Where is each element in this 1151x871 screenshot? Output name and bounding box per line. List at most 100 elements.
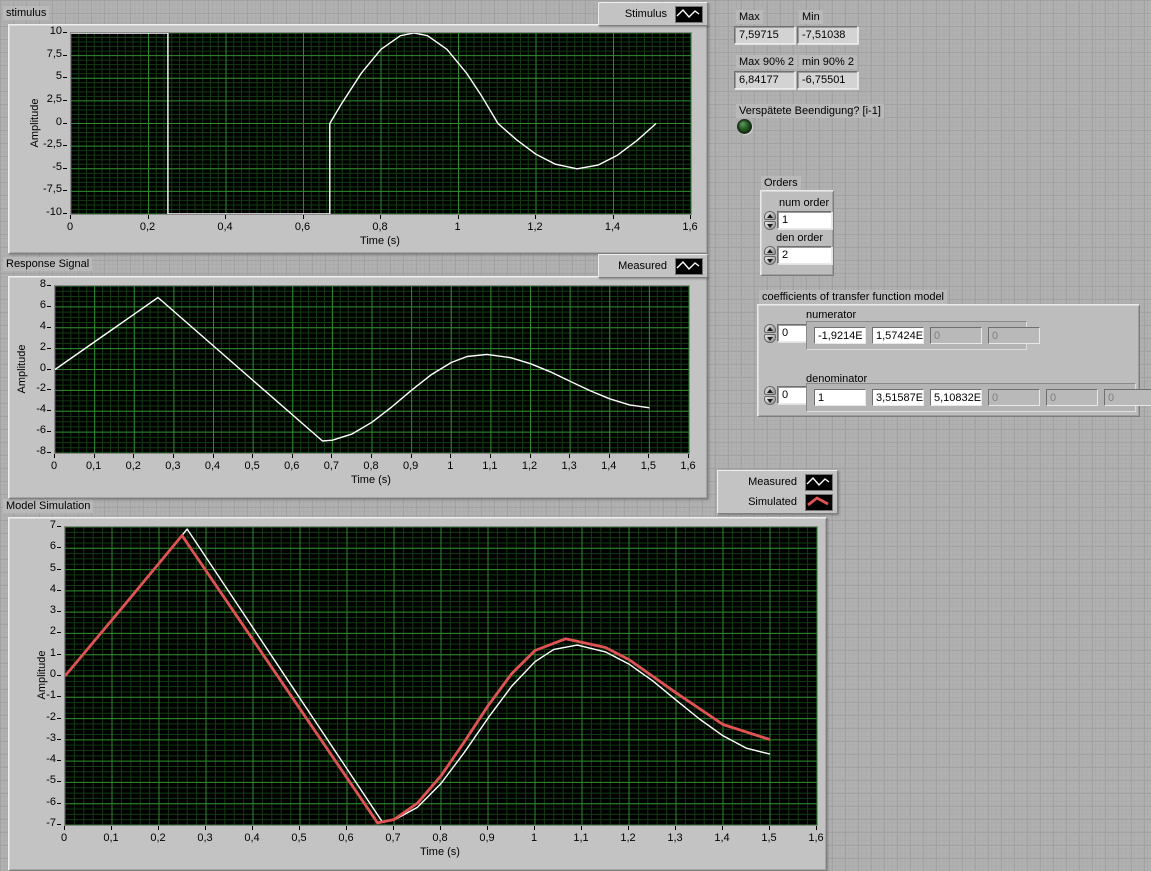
x-tick (648, 454, 650, 458)
y-axis-title: Amplitude (29, 98, 41, 147)
x-tick (172, 454, 174, 458)
min-label: Min (799, 10, 823, 24)
y-tick-label: -4 (46, 753, 56, 766)
x-tick (534, 826, 535, 830)
decrement-button[interactable] (764, 396, 776, 405)
y-tick (47, 410, 51, 412)
waveform-graph-response-signal[interactable]: 0 0,1 0,2 0,3 0,4 0,5 0,6 0,7 0,8 0,9 1 1,1 1,2 1,3 1,… (8, 276, 708, 499)
x-tick-label: 0 (50, 460, 58, 472)
up-arrow-icon (767, 248, 773, 253)
den-order-increment-decrement[interactable] (764, 246, 776, 265)
den-order-input[interactable]: 2 (777, 246, 832, 264)
y-tick-label: 4 (39, 319, 46, 332)
y-tick-label: -7 (46, 817, 56, 829)
x-tick-label: 0,7 (323, 460, 340, 472)
x-tick (331, 454, 333, 458)
x-tick (133, 454, 135, 458)
up-arrow-icon (767, 326, 773, 331)
x-tick-label: 1,5 (640, 460, 657, 472)
x-tick-label: 0,8 (372, 221, 388, 233)
decrement-button[interactable] (764, 256, 776, 265)
x-tick (291, 454, 293, 458)
x-tick (450, 454, 452, 458)
increment-button[interactable] (764, 211, 776, 220)
y-tick (63, 54, 67, 56)
plot-area[interactable] (54, 285, 690, 454)
max90-indicator: 6,84177 (734, 71, 795, 89)
waveform-icon (675, 5, 703, 23)
y-tick-label: -6 (36, 424, 46, 437)
y-tick-label: 2 (49, 625, 56, 638)
y-axis-title: Amplitude (16, 344, 28, 393)
y-tick (47, 326, 51, 328)
increment-button[interactable] (764, 386, 776, 395)
x-tick (675, 826, 676, 830)
x-tick-label: 1 (447, 460, 454, 472)
orders-label: Orders (761, 176, 801, 190)
increment-button[interactable] (764, 324, 776, 333)
denominator-element-3: 0 (988, 389, 1040, 406)
x-tick-label: 0,2 (150, 832, 166, 844)
legend-item-stimulus[interactable]: Stimulus (603, 4, 703, 24)
y-tick (57, 589, 61, 591)
legend-item-measured[interactable]: Measured (603, 256, 703, 276)
x-tick-label: 0,8 (432, 832, 448, 844)
x-tick-label: 0,2 (125, 460, 141, 472)
y-tick (63, 213, 67, 214)
y-tick (57, 802, 61, 804)
x-tick-label: 1,6 (680, 460, 696, 472)
num-order-input[interactable]: 1 (777, 211, 832, 229)
x-tick-label: 1,2 (521, 460, 538, 472)
max-indicator: 7,59715 (734, 26, 795, 44)
x-tick (690, 215, 691, 219)
decrement-button[interactable] (764, 221, 776, 230)
graph-title-response-signal: Response Signal (3, 257, 93, 271)
x-tick (346, 826, 347, 830)
numerator-index-increment-decrement[interactable] (764, 324, 776, 343)
plot-area[interactable] (70, 32, 692, 215)
y-tick (57, 717, 61, 719)
y-tick-label: -8 (36, 445, 46, 457)
x-tick-label: 0,2 (139, 221, 156, 233)
x-tick-label: 0,5 (291, 832, 307, 844)
num-order-increment-decrement[interactable] (764, 211, 776, 230)
x-tick (535, 215, 536, 219)
numerator-element-1: 1,57424E (872, 327, 924, 344)
legend-response-signal: Measured (598, 254, 708, 278)
decrement-button[interactable] (764, 334, 776, 343)
x-tick-label: 1,5 (761, 832, 777, 844)
x-tick-label: 0,7 (385, 832, 401, 844)
x-tick (299, 826, 300, 830)
x-tick (111, 826, 112, 830)
y-tick (57, 632, 61, 634)
y-tick-label: 4 (49, 582, 56, 595)
x-tick (769, 826, 770, 830)
x-tick-label: 0,1 (103, 832, 119, 844)
x-tick-label: 0,4 (204, 460, 221, 472)
y-tick-label: 3 (49, 604, 56, 617)
x-axis-title: Time (s) (420, 846, 460, 858)
x-tick-label: 1,4 (604, 221, 621, 233)
denominator-index-input[interactable]: 0 (777, 386, 809, 404)
y-tick-label: -7,5 (43, 183, 62, 196)
y-tick (63, 167, 67, 169)
legend-label: Measured (748, 476, 797, 488)
y-tick (57, 611, 61, 613)
x-tick-label: 0 (66, 221, 74, 233)
y-tick-label: 6 (49, 540, 56, 553)
x-tick-label: 1,1 (573, 832, 589, 844)
max90-label: Max 90% 2 (736, 55, 798, 69)
numerator-label: numerator (806, 309, 857, 321)
waveform-graph-stimulus[interactable]: 0 0,2 0,4 0,6 0,8 1 1,2 1,4 1,6 10 7,5 5 2,5 0 -2,5 -5-… (8, 24, 708, 254)
plot-area[interactable] (64, 526, 818, 826)
waveform-icon (805, 493, 833, 511)
y-tick-label: 7,5 (46, 47, 62, 60)
legend-item-measured[interactable]: Measured (722, 472, 833, 492)
numerator-index-input[interactable]: 0 (777, 324, 809, 342)
denominator-index-increment-decrement[interactable] (764, 386, 776, 405)
waveform-graph-model-simulation[interactable]: 0 0,1 0,2 0,3 0,4 0,5 0,6 0,7 0,8 0,9 1 1,1 1,2 1,3 1,… (8, 517, 827, 871)
x-tick (489, 454, 491, 458)
legend-item-simulated[interactable]: Simulated (722, 492, 833, 512)
y-tick (47, 305, 51, 307)
increment-button[interactable] (764, 246, 776, 255)
